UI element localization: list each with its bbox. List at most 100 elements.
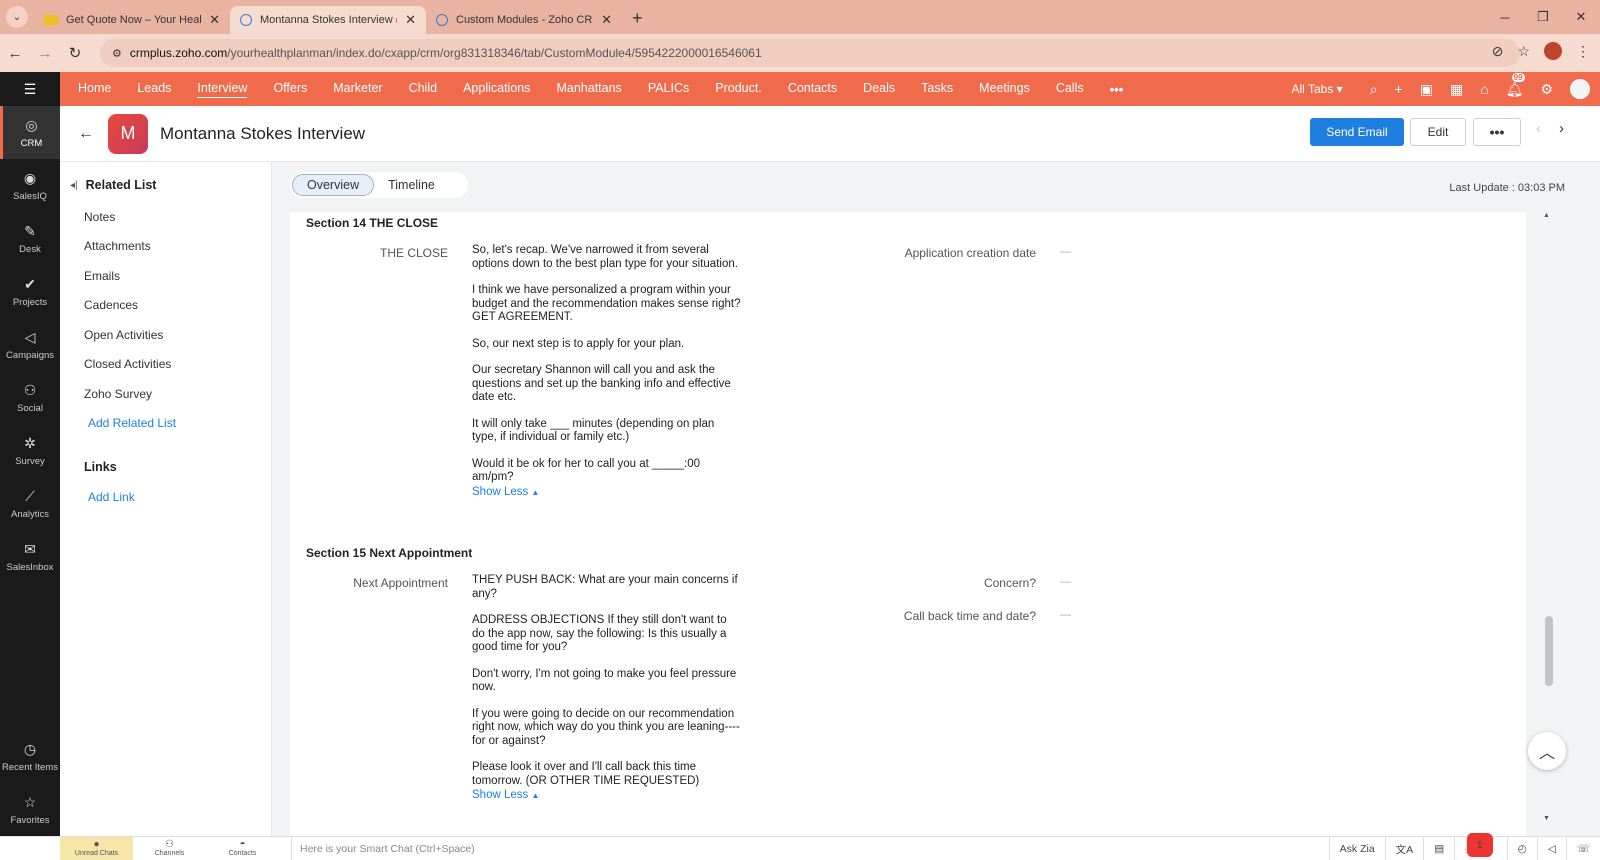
section-heading: Section 15 Next Appointment — [306, 546, 473, 560]
nav-tab-interview[interactable]: Interview — [197, 81, 248, 98]
browser-menu-icon[interactable]: ⋮ — [1576, 43, 1590, 60]
related-item-cadences[interactable]: Cadences — [84, 298, 138, 312]
related-item-zoho-survey[interactable]: Zoho Survey — [84, 387, 152, 401]
notes-icon[interactable]: ▤ — [1423, 837, 1454, 860]
nav-tab-marketer[interactable]: Marketer — [333, 81, 382, 97]
close-icon[interactable]: ✕ — [405, 12, 416, 28]
smart-chat-input[interactable]: Here is your Smart Chat (Ctrl+Space) — [291, 836, 475, 860]
search-icon[interactable]: ⌕ — [1370, 81, 1378, 98]
related-item-open-activities[interactable]: Open Activities — [84, 328, 163, 342]
ask-zia-button[interactable]: Ask Zia — [1328, 837, 1385, 860]
browser-tab-2[interactable]: Custom Modules - Zoho CRM ✕ — [426, 6, 622, 34]
nav-tab-applications[interactable]: Applications — [463, 81, 530, 97]
app-salesiq[interactable]: ◉ SalesIQ — [0, 159, 60, 212]
scroll-down-arrow-icon[interactable]: ▼ — [1543, 815, 1550, 822]
nav-tab-deals[interactable]: Deals — [863, 81, 895, 97]
app-analytics[interactable]: ⟋ Analytics — [0, 477, 60, 530]
channels[interactable]: ⚇ Channels — [133, 837, 206, 860]
nav-tab-home[interactable]: Home — [78, 81, 111, 97]
new-tab-button[interactable]: + — [632, 8, 643, 29]
forward-icon[interactable]: → — [30, 45, 60, 62]
contacts[interactable]: ◓ Contacts — [206, 837, 279, 860]
show-less-link[interactable]: Show Less ▲ — [472, 789, 742, 803]
add-icon[interactable]: + — [1395, 81, 1403, 97]
marketplace-icon[interactable]: ⌂ — [1480, 81, 1488, 97]
field-label: Application creation date — [904, 246, 1036, 260]
nav-tab-child[interactable]: Child — [409, 81, 438, 97]
close-icon[interactable]: ✕ — [601, 12, 612, 28]
url-input[interactable]: ⚙ crmplus.zoho.com/yourhealthplanman/ind… — [100, 39, 1520, 67]
show-less-link[interactable]: Show Less ▲ — [472, 486, 742, 500]
bookmark-star-icon[interactable]: ☆ — [1517, 43, 1530, 60]
download-icon[interactable]: ⤓1 — [1454, 833, 1507, 860]
close-window-icon[interactable]: ✕ — [1562, 0, 1600, 34]
nav-tab-meetings[interactable]: Meetings — [979, 81, 1030, 97]
scroll-up-arrow-icon[interactable]: ▲ — [1543, 212, 1550, 219]
app-survey[interactable]: ✲ Survey — [0, 424, 60, 477]
profile-avatar[interactable] — [1544, 42, 1562, 60]
feedback-icon[interactable]: ☏ — [1565, 837, 1600, 860]
app-salesinbox[interactable]: ✉ SalesInbox — [0, 530, 60, 583]
tab-timeline[interactable]: Timeline — [374, 174, 449, 196]
app-favorites[interactable]: ☆ Favorites — [0, 783, 60, 836]
scrollbar-thumb[interactable] — [1545, 616, 1553, 686]
add-related-list-link[interactable]: Add Related List — [88, 416, 176, 430]
send-email-button[interactable]: Send Email — [1310, 118, 1404, 146]
reload-icon[interactable]: ↻ — [60, 44, 90, 62]
related-item-emails[interactable]: Emails — [84, 269, 120, 283]
app-projects[interactable]: ✔ Projects — [0, 265, 60, 318]
more-tabs-icon[interactable]: ••• — [1110, 82, 1124, 97]
app-campaigns[interactable]: ◁ Campaigns — [0, 318, 60, 371]
all-tabs-dropdown[interactable]: All Tabs ▾ — [1292, 82, 1343, 96]
nav-tab-product[interactable]: Product. — [715, 81, 762, 97]
nav-tab-tasks[interactable]: Tasks — [921, 81, 953, 97]
url-host: crmplus.zoho.com — [129, 46, 228, 60]
eye-off-icon[interactable]: ⊘ — [1492, 43, 1504, 60]
edit-button[interactable]: Edit — [1410, 118, 1466, 146]
nav-tab-manhattans[interactable]: Manhattans — [556, 81, 621, 97]
site-info-icon[interactable]: ⚙ — [112, 47, 122, 60]
nav-tab-leads[interactable]: Leads — [137, 81, 171, 97]
nav-tab-calls[interactable]: Calls — [1056, 81, 1084, 97]
alarm-icon[interactable]: ◴ — [1506, 837, 1537, 860]
translate-icon[interactable]: 文A — [1384, 837, 1424, 860]
collapse-panel-icon[interactable]: ◂| — [70, 180, 78, 191]
nav-tab-contacts[interactable]: Contacts — [788, 81, 837, 97]
field-value: — — [1060, 246, 1071, 258]
browser-tab-1[interactable]: Montanna Stokes Interview (Int ✕ — [230, 6, 426, 34]
browser-tab-0[interactable]: Get Quote Now – Your Health P ✕ — [34, 6, 230, 34]
activity-icon[interactable]: ▣ — [1420, 81, 1433, 98]
calendar-icon[interactable]: ▦ — [1450, 81, 1463, 98]
nav-tab-offers[interactable]: Offers — [273, 81, 307, 97]
nav-tab-palics[interactable]: PALICs — [648, 81, 689, 97]
related-item-notes[interactable]: Notes — [84, 210, 115, 224]
unread-chats[interactable]: ● Unread Chats — [60, 836, 133, 860]
related-item-attachments[interactable]: Attachments — [84, 239, 151, 253]
more-actions-button[interactable]: ••• — [1473, 118, 1521, 146]
minimize-icon[interactable]: ─ — [1486, 0, 1524, 34]
back-icon[interactable]: ← — [0, 45, 30, 62]
related-item-closed-activities[interactable]: Closed Activities — [84, 357, 171, 371]
caret-up-icon: ▲ — [531, 791, 540, 800]
settings-gear-icon[interactable]: ⚙ — [1540, 81, 1553, 98]
app-crm[interactable]: ◎ CRM — [0, 106, 60, 159]
close-icon[interactable]: ✕ — [209, 12, 220, 28]
announce-icon[interactable]: ◁ — [1536, 837, 1566, 860]
previous-record-icon[interactable]: ‹ — [1536, 120, 1541, 137]
app-desk[interactable]: ✎ Desk — [0, 212, 60, 265]
scroll-to-top-button[interactable]: ︿ — [1528, 732, 1566, 770]
app-recent-items[interactable]: ◷ Recent Items — [0, 730, 60, 783]
tab-search-button[interactable]: ⌄ — [6, 6, 28, 28]
back-arrow-icon[interactable]: ← — [78, 125, 94, 143]
analytics-icon: ⟋ — [25, 487, 35, 504]
user-avatar[interactable] — [1570, 79, 1590, 99]
restore-icon[interactable]: ❐ — [1524, 0, 1562, 34]
app-label: SalesIQ — [13, 190, 47, 202]
add-link[interactable]: Add Link — [88, 490, 135, 504]
app-social[interactable]: ⚇ Social — [0, 371, 60, 424]
tab-overview[interactable]: Overview — [292, 174, 375, 196]
hamburger-icon[interactable]: ☰ — [0, 72, 60, 106]
bell-icon[interactable]: 🔔︎ 99 — [1506, 72, 1525, 98]
page-scrollbar[interactable]: ▲ ▼ — [1541, 212, 1555, 822]
next-record-icon[interactable]: › — [1559, 120, 1564, 137]
